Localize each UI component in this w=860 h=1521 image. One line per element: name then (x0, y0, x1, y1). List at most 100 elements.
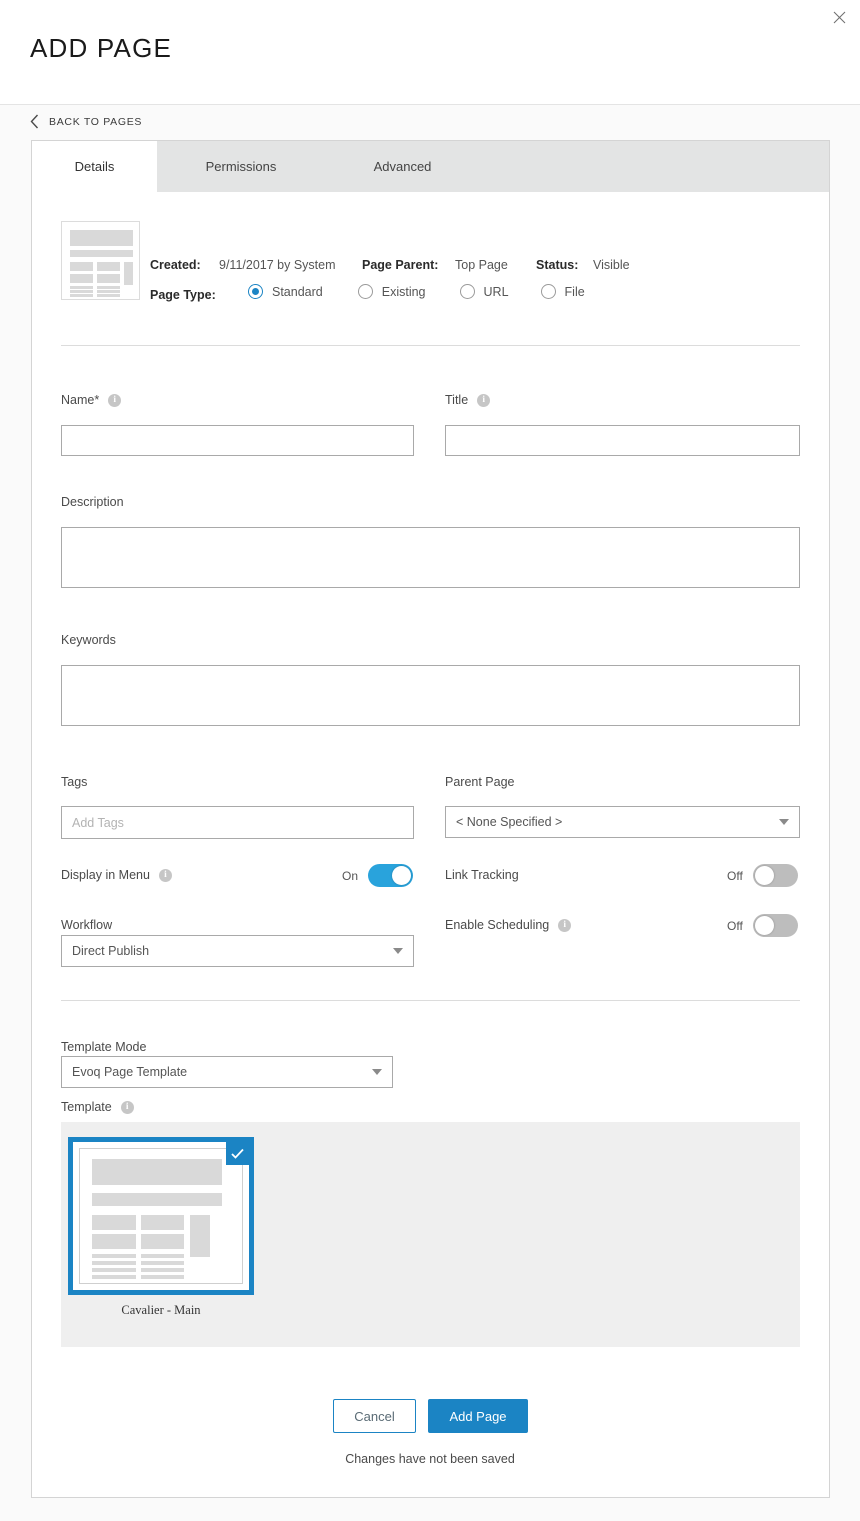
workflow-selected-value: Direct Publish (72, 944, 393, 958)
workflow-dropdown[interactable]: Direct Publish (61, 935, 414, 967)
status-label: Status: (536, 258, 578, 272)
radio-label: URL (484, 285, 509, 299)
enable-scheduling-label-text: Enable Scheduling (445, 918, 549, 932)
radio-page-type-url[interactable]: URL (460, 284, 509, 299)
template-preview-frame (68, 1137, 254, 1295)
tab-advanced[interactable]: Advanced (325, 141, 480, 192)
back-navigation-bar: BACK TO PAGES (0, 105, 860, 137)
keywords-label-text: Keywords (61, 633, 116, 647)
check-icon (226, 1142, 249, 1165)
status-value: Visible (593, 258, 630, 272)
info-icon[interactable]: i (477, 394, 490, 407)
parent-page-field-label: Parent Page (445, 775, 515, 789)
add-page-button[interactable]: Add Page (428, 1399, 528, 1433)
enable-scheduling-label: Enable Scheduling i (445, 918, 571, 932)
chevron-left-icon (30, 114, 39, 129)
template-card-label: Cavalier - Main (68, 1303, 254, 1318)
template-label-text: Template (61, 1100, 112, 1114)
keywords-field-label: Keywords (61, 633, 116, 647)
radio-label: File (565, 285, 585, 299)
display-in-menu-state: On (342, 869, 358, 883)
enable-scheduling-state: Off (727, 919, 743, 933)
radio-page-type-file[interactable]: File (541, 284, 585, 299)
template-mode-label: Template Mode (61, 1040, 146, 1054)
tags-label-text: Tags (61, 775, 87, 789)
dialog-header: ADD PAGE (0, 0, 860, 105)
link-tracking-label-text: Link Tracking (445, 868, 519, 882)
page-parent-value: Top Page (455, 258, 508, 272)
template-preview-layout-icon (79, 1148, 243, 1284)
toggle-knob (755, 916, 774, 935)
info-icon[interactable]: i (558, 919, 571, 932)
radio-label: Existing (382, 285, 426, 299)
page-type-label: Page Type: (150, 288, 216, 302)
tags-input[interactable] (61, 806, 414, 839)
back-to-pages-label: BACK TO PAGES (49, 116, 142, 128)
display-in-menu-toggle[interactable] (368, 864, 413, 887)
workflow-label-text: Workflow (61, 918, 112, 932)
page-parent-label: Page Parent: (362, 258, 438, 272)
display-in-menu-label: Display in Menu i (61, 868, 172, 882)
link-tracking-toggle-wrap: Off (727, 864, 798, 887)
link-tracking-state: Off (727, 869, 743, 883)
meta-row-primary: Created: 9/11/2017 by System Page Parent… (150, 256, 750, 278)
radio-indicator (541, 284, 556, 299)
page-type-row: Page Type: Standard Existing URL File (150, 284, 750, 306)
template-field-label: Template i (61, 1100, 134, 1114)
title-input[interactable] (445, 425, 800, 456)
section-divider-bottom (61, 1000, 800, 1001)
close-icon[interactable] (826, 4, 852, 30)
workflow-field-label: Workflow (61, 918, 112, 932)
link-tracking-toggle[interactable] (753, 864, 798, 887)
title-field-label: Title i (445, 393, 490, 407)
chevron-down-icon (372, 1069, 382, 1075)
info-icon[interactable]: i (108, 394, 121, 407)
parent-page-dropdown[interactable]: < None Specified > (445, 806, 800, 838)
description-label-text: Description (61, 495, 124, 509)
keywords-textarea[interactable] (61, 665, 800, 726)
display-in-menu-toggle-wrap: On (342, 864, 413, 887)
toggle-knob (392, 866, 411, 885)
section-divider-top (61, 345, 800, 346)
template-card-cavalier-main[interactable]: Cavalier - Main (68, 1137, 254, 1327)
radio-page-type-existing[interactable]: Existing (358, 284, 426, 299)
parent-page-label-text: Parent Page (445, 775, 515, 789)
page-title: ADD PAGE (30, 33, 172, 64)
page-meta-info: Created: 9/11/2017 by System Page Parent… (150, 256, 750, 306)
description-textarea[interactable] (61, 527, 800, 588)
name-input[interactable] (61, 425, 414, 456)
link-tracking-label: Link Tracking (445, 868, 519, 882)
tab-permissions[interactable]: Permissions (157, 141, 325, 192)
page-layout-thumbnail-icon (61, 221, 140, 300)
radio-indicator (460, 284, 475, 299)
name-field-label: Name* i (61, 393, 121, 407)
toggle-knob (755, 866, 774, 885)
template-gallery: Cavalier - Main (61, 1122, 800, 1347)
template-mode-selected-value: Evoq Page Template (72, 1065, 372, 1079)
radio-label: Standard (272, 285, 323, 299)
template-mode-label-text: Template Mode (61, 1040, 146, 1054)
radio-indicator (358, 284, 373, 299)
radio-page-type-standard[interactable]: Standard (248, 284, 323, 299)
chevron-down-icon (393, 948, 403, 954)
chevron-down-icon (779, 819, 789, 825)
cancel-button[interactable]: Cancel (333, 1399, 416, 1433)
title-label-text: Title (445, 393, 468, 407)
description-field-label: Description (61, 495, 124, 509)
tags-field-label: Tags (61, 775, 87, 789)
info-icon[interactable]: i (121, 1101, 134, 1114)
tab-details[interactable]: Details (32, 141, 157, 192)
created-label: Created: (150, 258, 201, 272)
page-type-radio-group: Standard Existing URL File (248, 284, 585, 299)
template-mode-dropdown[interactable]: Evoq Page Template (61, 1056, 393, 1088)
enable-scheduling-toggle[interactable] (753, 914, 798, 937)
display-in-menu-label-text: Display in Menu (61, 868, 150, 882)
created-value: 9/11/2017 by System (219, 258, 336, 272)
enable-scheduling-toggle-wrap: Off (727, 914, 798, 937)
radio-indicator (248, 284, 263, 299)
info-icon[interactable]: i (159, 869, 172, 882)
tab-strip: Details Permissions Advanced (32, 141, 829, 192)
parent-page-selected-value: < None Specified > (456, 815, 779, 829)
back-to-pages-link[interactable]: BACK TO PAGES (30, 114, 142, 129)
save-status-message: Changes have not been saved (0, 1452, 860, 1466)
